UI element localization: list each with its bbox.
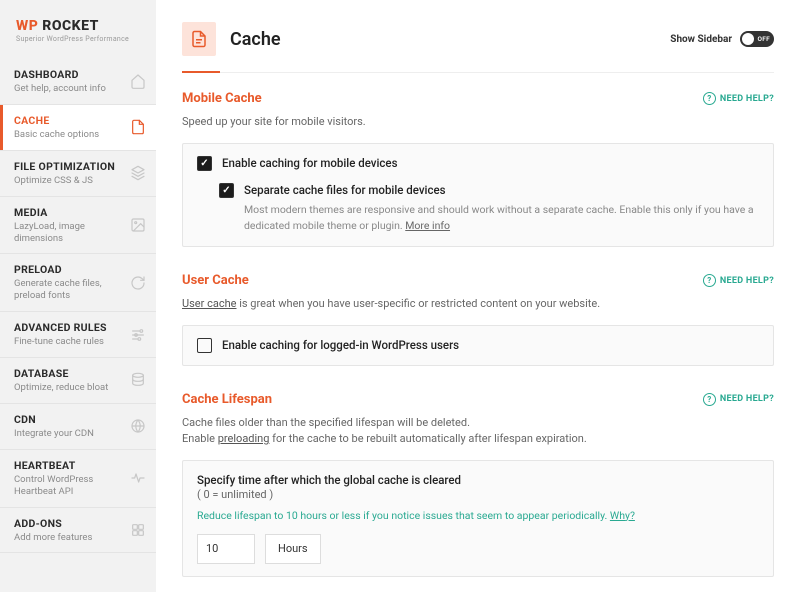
help-icon: ? (703, 274, 716, 287)
section-cache-lifespan: Cache Lifespan ?NEED HELP? Cache files o… (182, 392, 774, 577)
more-info-link[interactable]: More info (405, 219, 450, 232)
brand-wp: WP (16, 18, 38, 34)
lifespan-unit-select[interactable]: Hours (265, 534, 321, 564)
nav-title: MEDIA (14, 206, 126, 219)
brand-rocket: ROCKET (38, 18, 99, 34)
heart-icon (130, 470, 146, 486)
hint-separate-mobile: Most modern themes are responsive and sh… (244, 202, 759, 235)
label-separate-mobile-cache[interactable]: Separate cache files for mobile devices (244, 183, 446, 197)
cache-lifespan-title: Cache Lifespan (182, 392, 272, 407)
preloading-link[interactable]: preloading (218, 432, 270, 445)
nav-title: PRELOAD (14, 263, 126, 276)
help-icon: ? (703, 393, 716, 406)
brand-logo: WP ROCKET Superior WordPress Performance (0, 0, 156, 59)
nav-title: CDN (14, 413, 126, 426)
layers-icon (130, 165, 146, 181)
nav-title: ADVANCED RULES (14, 321, 126, 334)
nav-title: FILE OPTIMIZATION (14, 160, 126, 173)
sidebar-item-add-ons[interactable]: ADD-ONS Add more features (0, 508, 156, 554)
checkbox-separate-mobile-cache[interactable] (219, 183, 234, 198)
brand-tagline: Superior WordPress Performance (16, 35, 144, 43)
section-user-cache: User Cache ?NEED HELP? User cache is gre… (182, 273, 774, 366)
db-icon (130, 372, 146, 388)
checkbox-enable-user-cache[interactable] (197, 338, 212, 353)
sidebar-item-cache[interactable]: CACHE Basic cache options (0, 105, 156, 151)
sidebar: WP ROCKET Superior WordPress Performance… (0, 0, 156, 592)
nav-subtitle: Fine-tune cache rules (14, 336, 126, 348)
lifespan-box-title: Specify time after which the global cach… (197, 473, 759, 487)
user-cache-box: Enable caching for logged-in WordPress u… (182, 325, 774, 366)
toggle-state-text: OFF (757, 35, 770, 43)
sidebar-item-cdn[interactable]: CDN Integrate your CDN (0, 404, 156, 450)
sidebar-item-database[interactable]: DATABASE Optimize, reduce bloat (0, 358, 156, 404)
show-sidebar-label: Show Sidebar (670, 34, 732, 45)
nav-title: HEARTBEAT (14, 459, 126, 472)
help-link-mobile[interactable]: ?NEED HELP? (703, 92, 774, 105)
lifespan-value-input[interactable] (197, 534, 255, 564)
nav-subtitle: Add more features (14, 532, 126, 544)
nav-subtitle: Integrate your CDN (14, 428, 126, 440)
lifespan-tip: Reduce lifespan to 10 hours or less if y… (197, 509, 759, 522)
nav-subtitle: Optimize CSS & JS (14, 175, 126, 187)
nav-title: ADD-ONS (14, 517, 126, 530)
lifespan-desc: Cache files older than the specified lif… (182, 415, 774, 448)
mobile-cache-desc: Speed up your site for mobile visitors. (182, 114, 774, 131)
sidebar-item-file-optimization[interactable]: FILE OPTIMIZATION Optimize CSS & JS (0, 151, 156, 197)
label-enable-user-cache[interactable]: Enable caching for logged-in WordPress u… (222, 338, 459, 352)
mobile-cache-box: Enable caching for mobile devices Separa… (182, 143, 774, 248)
doc-icon (130, 119, 146, 135)
image-icon (130, 217, 146, 233)
page-title: Cache (230, 29, 281, 50)
nav-subtitle: Optimize, reduce bloat (14, 382, 126, 394)
puzzle-icon (130, 522, 146, 538)
help-link-lifespan[interactable]: ?NEED HELP? (703, 393, 774, 406)
sidebar-item-media[interactable]: MEDIA LazyLoad, image dimensions (0, 197, 156, 255)
sidebar-item-advanced-rules[interactable]: ADVANCED RULES Fine-tune cache rules (0, 312, 156, 358)
sliders-icon (130, 327, 146, 343)
why-link[interactable]: Why? (610, 509, 635, 522)
lifespan-box-sub: ( 0 = unlimited ) (197, 488, 759, 501)
section-mobile-cache: Mobile Cache ?NEED HELP? Speed up your s… (182, 91, 774, 247)
nav-title: CACHE (14, 114, 126, 127)
nav-subtitle: Get help, account info (14, 83, 126, 95)
help-icon: ? (703, 92, 716, 105)
lifespan-box: Specify time after which the global cach… (182, 460, 774, 577)
nav-title: DASHBOARD (14, 68, 126, 81)
sidebar-nav: DASHBOARD Get help, account info CACHE B… (0, 59, 156, 553)
nav-subtitle: Control WordPress Heartbeat API (14, 474, 126, 498)
globe-icon (130, 418, 146, 434)
page-header: Cache Show Sidebar OFF (182, 22, 774, 73)
cache-page-icon (182, 22, 216, 56)
sidebar-item-preload[interactable]: PRELOAD Generate cache files, preload fo… (0, 254, 156, 312)
nav-subtitle: Basic cache options (14, 129, 126, 141)
user-cache-title: User Cache (182, 273, 249, 288)
show-sidebar-toggle[interactable]: OFF (740, 31, 774, 47)
sidebar-item-heartbeat[interactable]: HEARTBEAT Control WordPress Heartbeat AP… (0, 450, 156, 508)
home-icon (130, 73, 146, 89)
nav-subtitle: Generate cache files, preload fonts (14, 278, 126, 302)
sidebar-item-dashboard[interactable]: DASHBOARD Get help, account info (0, 59, 156, 105)
label-enable-mobile-cache[interactable]: Enable caching for mobile devices (222, 156, 398, 170)
checkbox-enable-mobile-cache[interactable] (197, 156, 212, 171)
nav-title: DATABASE (14, 367, 126, 380)
user-cache-desc: User cache is great when you have user-s… (182, 296, 774, 313)
refresh-icon (130, 275, 146, 291)
main-panel: Cache Show Sidebar OFF Mobile Cache ?NEE… (156, 0, 800, 592)
help-link-user[interactable]: ?NEED HELP? (703, 274, 774, 287)
nav-subtitle: LazyLoad, image dimensions (14, 221, 126, 245)
mobile-cache-title: Mobile Cache (182, 91, 262, 106)
